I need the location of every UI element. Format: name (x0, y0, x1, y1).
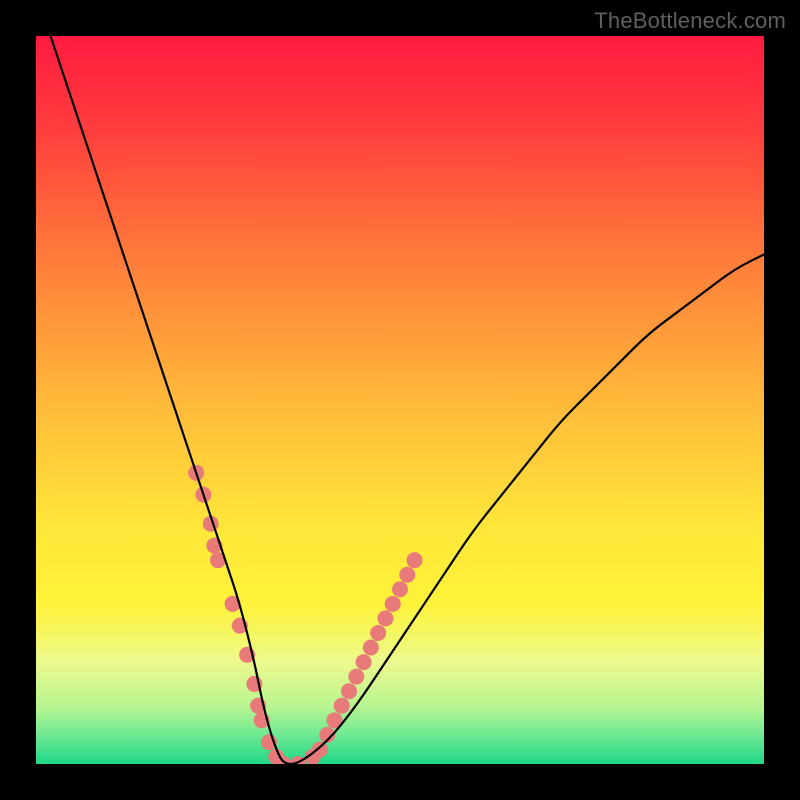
curve-layer (36, 36, 764, 764)
highlight-dot (385, 596, 401, 612)
highlight-dots (188, 465, 422, 764)
highlight-dot (370, 625, 386, 641)
highlight-dot (399, 567, 415, 583)
highlight-dot (363, 640, 379, 656)
highlight-dot (341, 683, 357, 699)
chart-frame: TheBottleneck.com (0, 0, 800, 800)
highlight-dot (392, 581, 408, 597)
highlight-dot (407, 552, 423, 568)
plot-area (36, 36, 764, 764)
highlight-dot (334, 698, 350, 714)
highlight-dot (348, 669, 364, 685)
highlight-dot (356, 654, 372, 670)
bottleneck-curve (51, 36, 764, 764)
highlight-dot (377, 610, 393, 626)
highlight-dot (312, 741, 328, 757)
watermark-text: TheBottleneck.com (594, 8, 786, 34)
